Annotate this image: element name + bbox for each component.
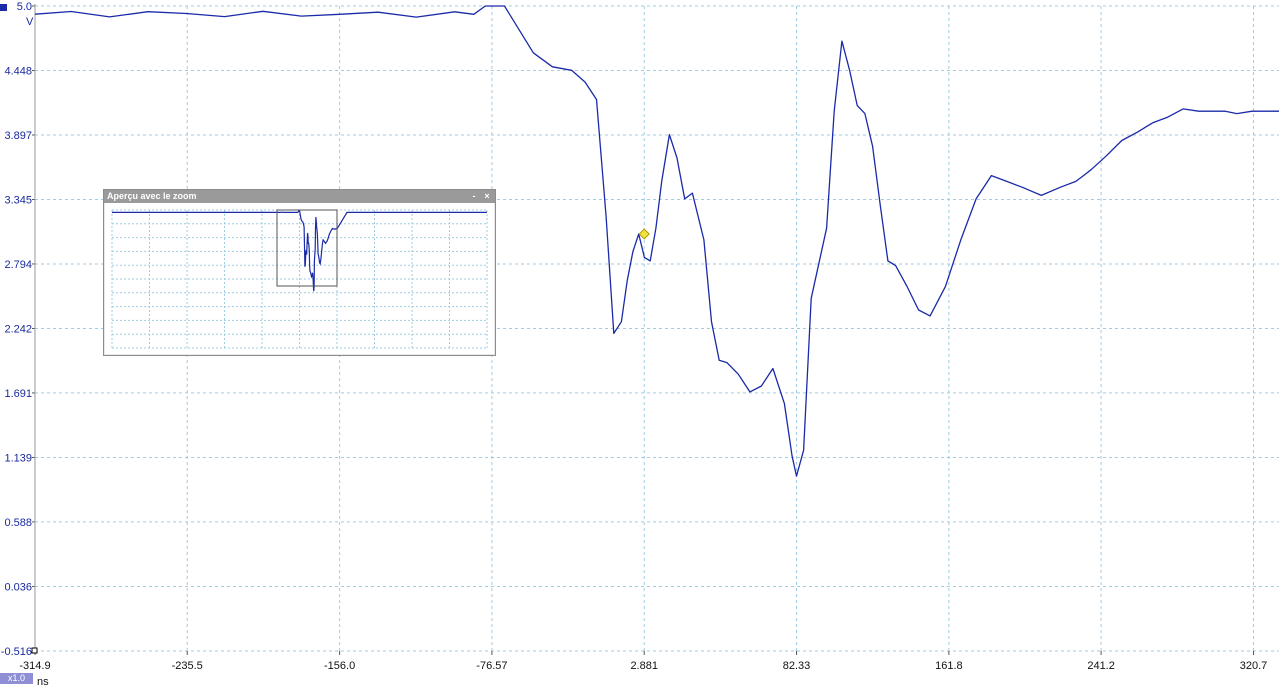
zoom-factor-badge[interactable]: x1.0 bbox=[0, 673, 33, 684]
zoom-window-titlebar[interactable]: Aperçu avec le zoom - × bbox=[104, 190, 495, 203]
y-tick-label: 3.897 bbox=[4, 130, 32, 142]
x-tick-label: -314.9 bbox=[19, 660, 50, 672]
x-unit-label: ns bbox=[37, 676, 49, 688]
x-tick-label: 320.7 bbox=[1240, 660, 1268, 672]
y-tick-label: 0.036 bbox=[4, 581, 32, 593]
origin-handle[interactable] bbox=[31, 647, 38, 654]
y-unit-label: V bbox=[26, 16, 34, 28]
y-tick-label: 3.345 bbox=[4, 195, 32, 207]
x-tick-label: 241.2 bbox=[1087, 660, 1115, 672]
x-tick-label: -235.5 bbox=[172, 660, 203, 672]
y-tick-label: 2.242 bbox=[4, 324, 32, 336]
x-tick-label: 161.8 bbox=[935, 660, 963, 672]
x-tick-label: 2.881 bbox=[630, 660, 658, 672]
y-tick-label: 5.0 bbox=[17, 1, 32, 13]
zoom-overview-plot[interactable] bbox=[107, 206, 492, 352]
y-tick-label: 1.691 bbox=[4, 388, 32, 400]
zoom-window-title: Aperçu avec le zoom bbox=[107, 191, 197, 201]
zoom-grid bbox=[111, 209, 488, 349]
y-tick-label: 0.588 bbox=[4, 517, 32, 529]
zoom-preview-window[interactable]: Aperçu avec le zoom - × bbox=[103, 189, 496, 356]
close-icon[interactable]: × bbox=[482, 190, 492, 203]
y-tick-label: 1.139 bbox=[4, 452, 32, 464]
x-tick-label: -76.57 bbox=[476, 660, 507, 672]
trigger-marker[interactable] bbox=[638, 228, 650, 240]
x-tick-label: 82.33 bbox=[783, 660, 811, 672]
minimize-icon[interactable]: - bbox=[469, 190, 479, 203]
y-tick-label: 4.448 bbox=[4, 66, 32, 78]
x-axis-labels: -314.9 -235.5 -156.0 -76.57 2.881 82.33 161.8 2… bbox=[19, 660, 1267, 672]
y-tick-label: 2.794 bbox=[4, 259, 32, 271]
x-tick-label: -156.0 bbox=[324, 660, 355, 672]
y-tick-label: -0.516 bbox=[1, 646, 32, 658]
y-axis-labels: 5.0 4.448 3.897 3.345 2.794 2.242 1.691 1.139 0.… bbox=[1, 1, 32, 658]
